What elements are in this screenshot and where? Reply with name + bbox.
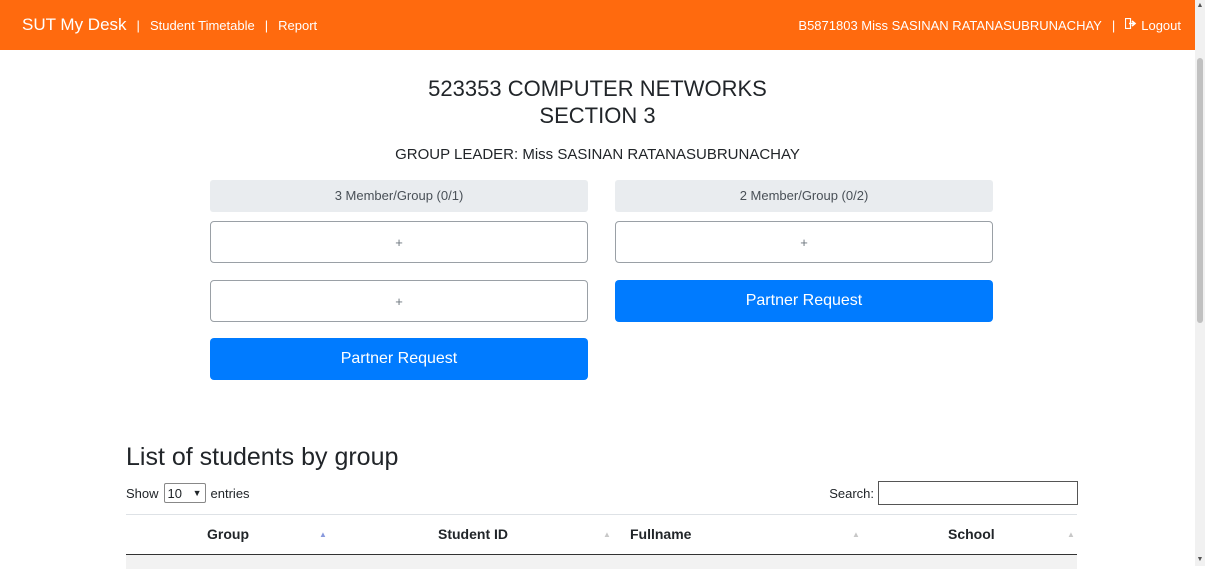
user-name: B5871803 Miss SASINAN RATANASUBRUNACHAY xyxy=(798,17,1102,33)
entries-control: Show 10 ▼ entries xyxy=(126,483,250,503)
add-member-slot[interactable]: + xyxy=(210,221,588,263)
table-row xyxy=(126,555,1077,569)
logout-link[interactable]: Logout xyxy=(1125,18,1181,33)
user-area: B5871803 Miss SASINAN RATANASUBRUNACHAY … xyxy=(798,18,1181,33)
partner-request-button[interactable]: Partner Request xyxy=(210,338,588,380)
chevron-down-icon: ▼ xyxy=(192,488,202,498)
group-header-3-member: 3 Member/Group (0/1) xyxy=(210,180,588,212)
students-table: Group ▲ Student ID ▲ Fullname ▲ School ▲ xyxy=(126,514,1077,569)
scroll-down-icon[interactable]: ▼ xyxy=(1196,556,1204,564)
sort-both-icon: ▲ xyxy=(852,530,860,539)
nav-report[interactable]: Report xyxy=(278,18,317,33)
table-header: Group ▲ Student ID ▲ Fullname ▲ School ▲ xyxy=(126,514,1077,556)
brand-link[interactable]: SUT My Desk xyxy=(22,15,127,35)
list-title: List of students by group xyxy=(126,443,399,471)
nav-student-timetable[interactable]: Student Timetable xyxy=(150,18,255,33)
top-navbar: SUT My Desk | Student Timetable | Report… xyxy=(0,0,1195,50)
search-control: Search: xyxy=(829,481,1078,505)
course-title: 523353 COMPUTER NETWORKS xyxy=(428,76,767,101)
logout-label: Logout xyxy=(1141,17,1181,33)
group-header-2-member: 2 Member/Group (0/2) xyxy=(615,180,993,212)
sort-asc-icon: ▲ xyxy=(319,530,327,539)
nav-separator: | xyxy=(264,17,269,33)
nav-separator: | xyxy=(136,17,140,33)
entries-label: entries xyxy=(210,485,250,501)
logout-icon xyxy=(1125,17,1137,32)
column-school[interactable]: School xyxy=(948,515,995,554)
partner-request-button[interactable]: Partner Request xyxy=(615,280,993,322)
sort-both-icon: ▲ xyxy=(1067,530,1075,539)
entries-value: 10 xyxy=(167,485,182,501)
scroll-up-icon[interactable]: ▲ xyxy=(1196,2,1204,10)
add-member-slot[interactable]: + xyxy=(615,221,993,263)
search-label: Search: xyxy=(829,485,874,501)
entries-select[interactable]: 10 ▼ xyxy=(163,483,206,503)
search-input[interactable] xyxy=(878,481,1078,505)
scroll-thumb[interactable] xyxy=(1197,58,1203,323)
course-title-block: 523353 COMPUTER NETWORKS SECTION 3 xyxy=(0,75,1195,129)
nav-separator: | xyxy=(1111,17,1116,33)
page-scrollbar[interactable]: ▲ ▼ xyxy=(1195,0,1205,566)
add-member-slot[interactable]: + xyxy=(210,280,588,322)
column-group[interactable]: Group xyxy=(207,515,249,554)
group-leader: GROUP LEADER: Miss SASINAN RATANASUBRUNA… xyxy=(395,146,800,163)
sort-both-icon: ▲ xyxy=(603,530,611,539)
show-label: Show xyxy=(126,485,159,501)
column-fullname[interactable]: Fullname xyxy=(630,515,691,554)
course-section: SECTION 3 xyxy=(539,103,656,128)
column-student-id[interactable]: Student ID xyxy=(438,515,508,554)
